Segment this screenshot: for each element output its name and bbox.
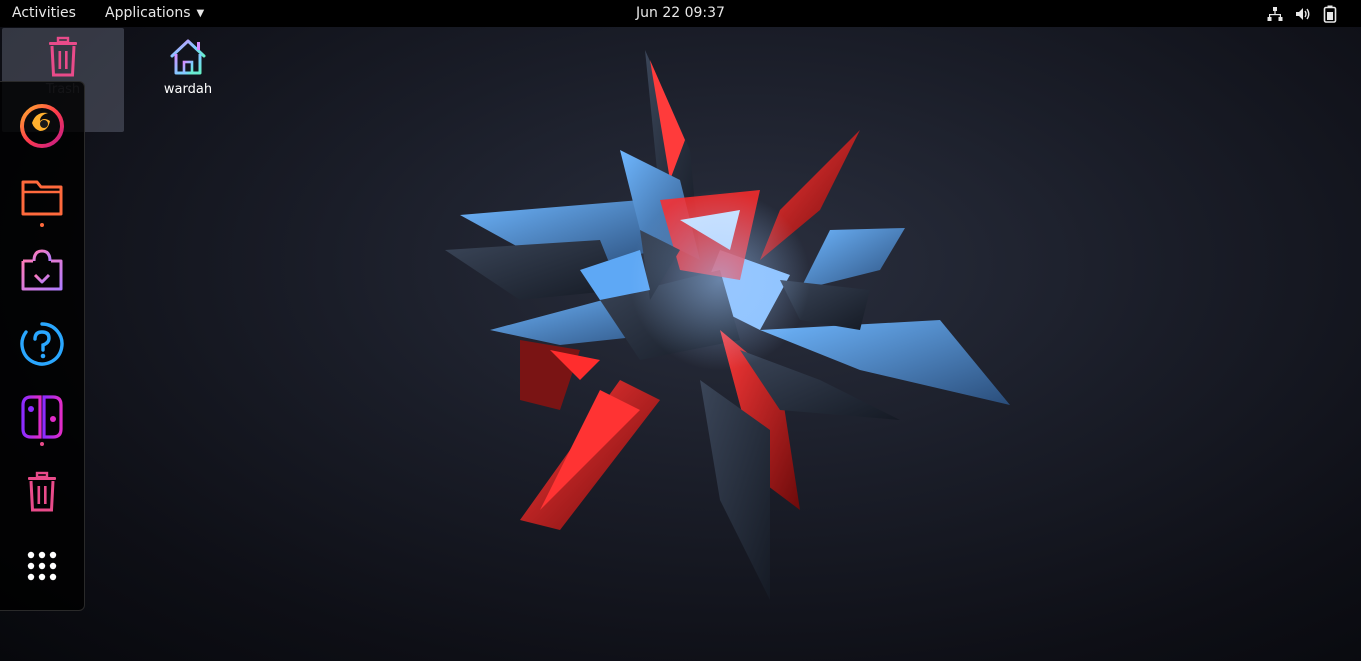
dock-item-firefox[interactable] [14, 97, 70, 153]
files-icon [21, 180, 63, 216]
running-indicator [40, 223, 44, 227]
dock-item-show-applications[interactable] [14, 538, 70, 594]
desktop-icon-label: wardah [163, 82, 213, 97]
network-icon[interactable] [1267, 6, 1283, 22]
system-tray[interactable] [1267, 0, 1337, 27]
dock [0, 81, 85, 611]
dock-item-files[interactable] [14, 170, 70, 227]
running-indicator [40, 442, 44, 446]
help-icon [20, 322, 64, 366]
chevron-down-icon: ▼ [196, 8, 205, 19]
desktop-icon-home-folder[interactable]: wardah [127, 28, 249, 132]
trash-icon [28, 471, 56, 512]
show-applications-icon [27, 551, 57, 581]
dock-item-nintendo-switch[interactable] [14, 389, 70, 446]
firefox-icon [20, 104, 64, 148]
desktop[interactable]: Activities Applications ▼ Jun 22 09:37 w… [0, 0, 1361, 661]
clock-button[interactable]: Jun 22 09:37 [636, 5, 725, 21]
applications-menu[interactable]: Applications ▼ [105, 0, 204, 27]
dock-item-help[interactable] [14, 316, 70, 372]
home-folder-icon [170, 39, 206, 75]
activities-button[interactable]: Activities [12, 0, 76, 27]
battery-icon[interactable] [1323, 5, 1337, 23]
applications-label: Applications [105, 5, 191, 21]
software-installer-icon [21, 249, 63, 291]
dock-item-software-installer[interactable] [14, 243, 70, 299]
dock-item-trash[interactable] [14, 464, 70, 520]
trash-icon [49, 36, 77, 77]
top-bar: Activities Applications ▼ Jun 22 09:37 [0, 0, 1361, 27]
volume-icon[interactable] [1295, 6, 1311, 22]
nintendo-switch-icon [21, 395, 63, 439]
